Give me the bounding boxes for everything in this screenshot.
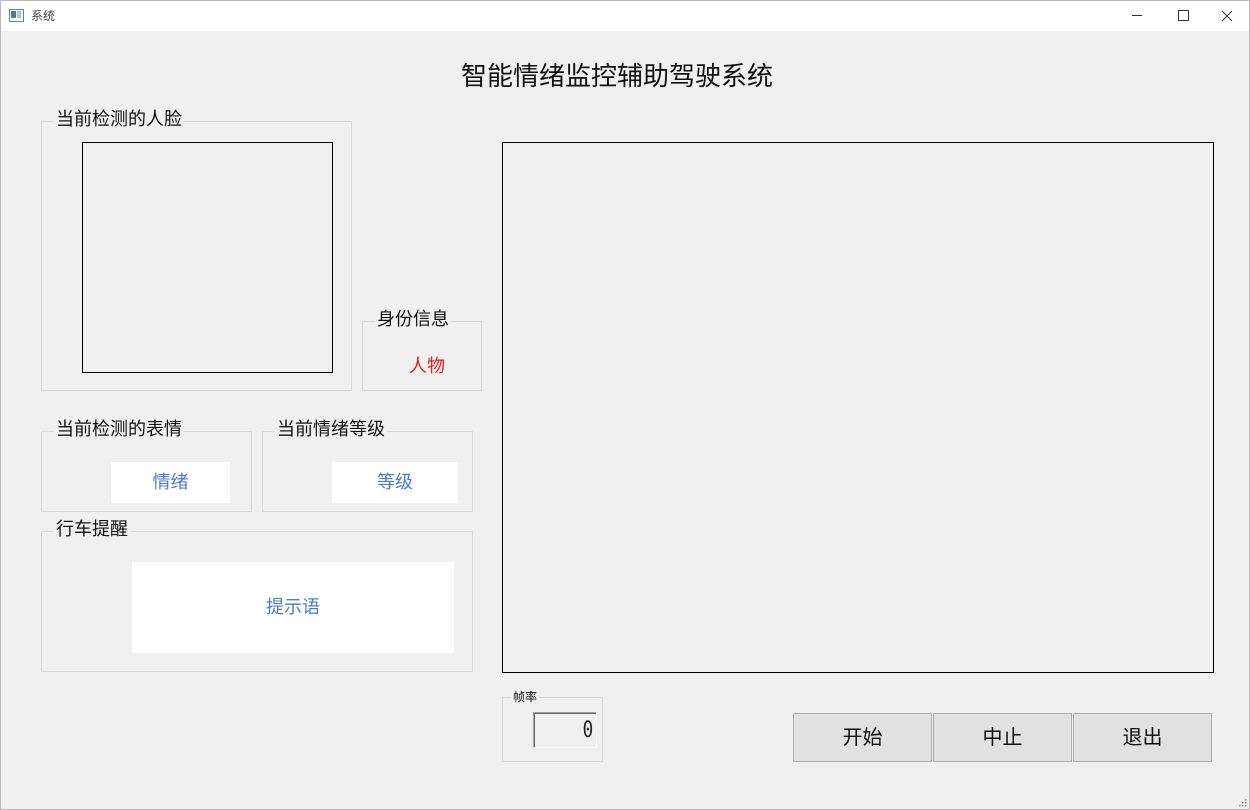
frame-rate-group: 帧率 0 [502,690,603,762]
close-icon [1221,10,1233,22]
expression-group: 当前检测的表情 情绪 [41,419,252,512]
title-bar[interactable]: 系统 [1,1,1249,31]
emotion-level-group-title: 当前情绪等级 [275,419,387,441]
close-button[interactable] [1204,1,1250,31]
face-display [82,142,333,373]
maximize-button[interactable] [1160,1,1206,31]
expression-label: 情绪 [111,462,230,503]
frame-rate-group-title: 帧率 [511,690,540,704]
page-title: 智能情绪监控辅助驾驶系统 [460,62,773,92]
app-window: 系统 智能情绪监控辅助驾驶系统 当前检测的人脸 身份信息 人物 当前检测的表情 … [0,0,1250,810]
face-group-title: 当前检测的人脸 [54,109,184,131]
identity-group: 身份信息 人物 [362,309,482,391]
resize-grip-icon[interactable] [1237,797,1247,807]
face-group: 当前检测的人脸 [41,109,352,391]
video-display [502,142,1214,673]
exit-button[interactable]: 退出 [1073,713,1212,762]
window-title: 系统 [31,9,56,23]
driving-alert-group: 行车提醒 提示语 [41,519,473,672]
frame-rate-display: 0 [533,712,597,748]
emotion-level-group: 当前情绪等级 等级 [262,419,473,512]
identity-label: 人物 [409,356,445,377]
identity-group-title: 身份信息 [375,309,451,331]
stop-button[interactable]: 中止 [933,713,1072,762]
app-icon [9,9,24,22]
frame-rate-value: 0 [582,718,593,743]
driving-alert-label: 提示语 [132,562,454,653]
start-button[interactable]: 开始 [793,713,932,762]
emotion-level-label: 等级 [332,462,458,503]
expression-group-title: 当前检测的表情 [54,419,184,441]
minimize-button[interactable] [1114,1,1160,31]
driving-alert-group-title: 行车提醒 [54,519,130,541]
